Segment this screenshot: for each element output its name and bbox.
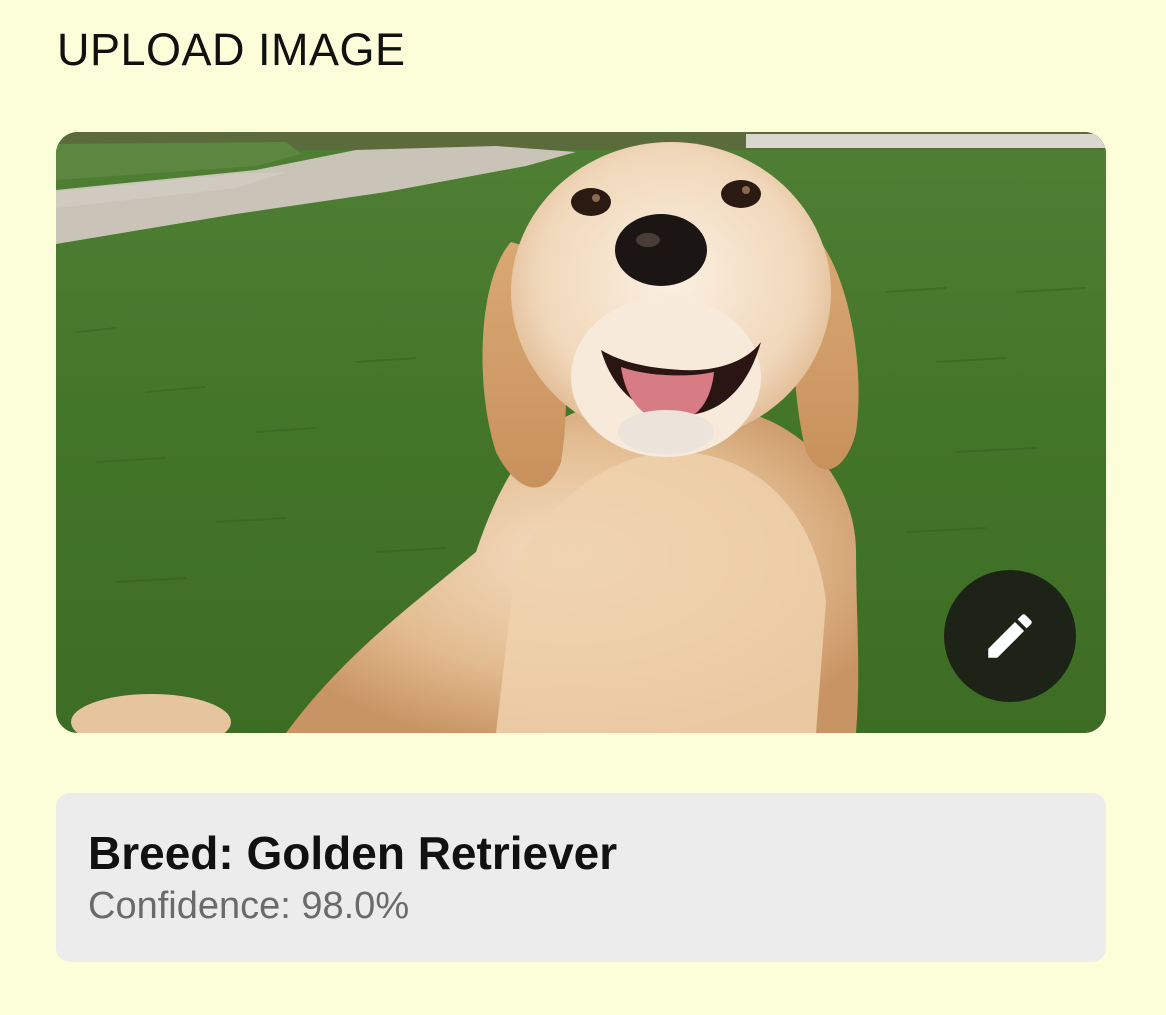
uploaded-image-preview[interactable]: [56, 132, 1106, 733]
prediction-result-card: Breed: Golden Retriever Confidence: 98.0…: [56, 793, 1106, 962]
page-title: UPLOAD IMAGE: [57, 24, 406, 75]
breed-result: Breed: Golden Retriever: [88, 827, 618, 879]
pencil-icon: [988, 614, 1032, 658]
confidence-result: Confidence: 98.0%: [88, 885, 410, 927]
edit-image-button[interactable]: [944, 570, 1076, 702]
